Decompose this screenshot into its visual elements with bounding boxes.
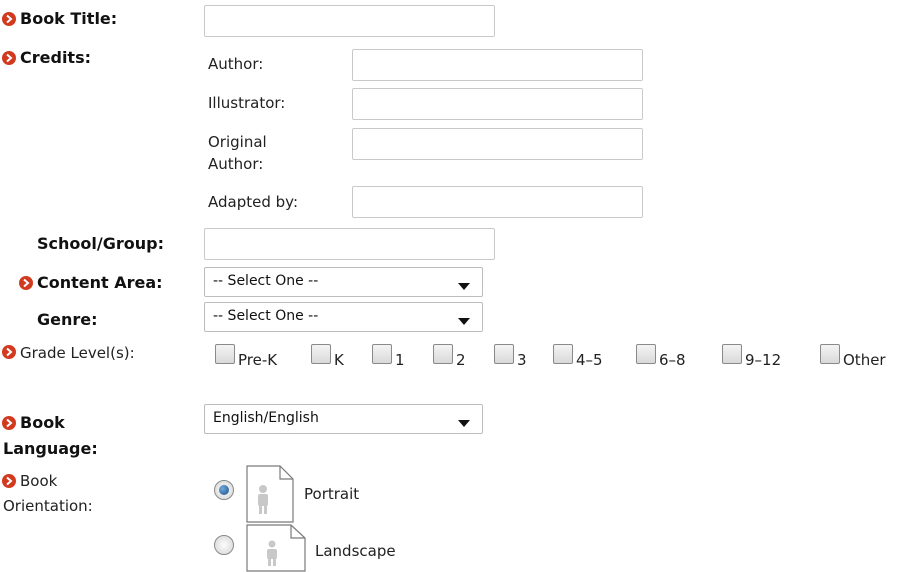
book-orientation-label-line1: Book — [20, 472, 58, 490]
author-input[interactable] — [352, 49, 643, 81]
required-arrow-icon — [2, 345, 16, 359]
book-orientation-label-line2: Orientation: — [3, 497, 93, 515]
grade-option-label: 1 — [395, 351, 405, 369]
grade-option-label: 9–12 — [745, 351, 782, 369]
grade-option-label: K — [334, 351, 344, 369]
author-label: Author: — [208, 55, 264, 73]
chevron-down-icon — [458, 420, 470, 427]
grade-checkbox-k[interactable] — [311, 344, 331, 364]
grade-option-label: 2 — [456, 351, 466, 369]
orientation-radio-portrait[interactable] — [214, 480, 234, 500]
original-author-label-line2: Author: — [208, 155, 264, 173]
orientation-option-label: Landscape — [315, 542, 396, 560]
genre-label: Genre: — [37, 310, 98, 329]
grade-option-label: 4–5 — [576, 351, 603, 369]
grade-checkbox-9-12[interactable] — [722, 344, 742, 364]
book-language-selected-value: English/English — [213, 410, 319, 426]
book-title-input[interactable] — [204, 5, 495, 37]
adapted-by-label: Adapted by: — [208, 193, 298, 211]
adapted-by-input[interactable] — [352, 186, 643, 218]
orientation-radio-landscape[interactable] — [214, 535, 234, 555]
school-group-input[interactable] — [204, 228, 495, 260]
book-language-label-line2: Language: — [3, 439, 98, 458]
grade-option-label: 3 — [517, 351, 527, 369]
grade-checkbox-1[interactable] — [372, 344, 392, 364]
illustrator-input[interactable] — [352, 88, 643, 120]
original-author-label-line1: Original — [208, 133, 267, 151]
illustrator-label: Illustrator: — [208, 94, 286, 112]
required-arrow-icon — [19, 276, 33, 290]
grade-levels-label: Grade Level(s): — [20, 344, 135, 362]
grade-checkbox-2[interactable] — [433, 344, 453, 364]
portrait-page-icon — [246, 465, 294, 523]
book-title-label: Book Title: — [20, 9, 118, 28]
chevron-down-icon — [458, 318, 470, 325]
grade-checkbox-other[interactable] — [820, 344, 840, 364]
book-language-select[interactable]: English/English — [204, 404, 483, 434]
grade-option-label: Other — [843, 351, 886, 369]
book-language-label-line1: Book — [20, 413, 65, 432]
chevron-down-icon — [458, 283, 470, 290]
grade-checkbox-6-8[interactable] — [636, 344, 656, 364]
school-group-label: School/Group: — [37, 234, 164, 253]
original-author-input[interactable] — [352, 128, 643, 160]
genre-selected-value: -- Select One -- — [213, 308, 319, 324]
content-area-selected-value: -- Select One -- — [213, 273, 319, 289]
grade-option-label: 6–8 — [659, 351, 686, 369]
content-area-select[interactable]: -- Select One -- — [204, 267, 483, 297]
orientation-option-label: Portrait — [304, 485, 360, 503]
grade-checkbox-3[interactable] — [494, 344, 514, 364]
credits-label: Credits: — [20, 48, 91, 67]
grade-option-label: Pre-K — [238, 351, 278, 369]
grade-checkbox-pre-k[interactable] — [215, 344, 235, 364]
required-arrow-icon — [2, 51, 16, 65]
genre-select[interactable]: -- Select One -- — [204, 302, 483, 332]
required-arrow-icon — [2, 474, 16, 488]
grade-checkbox-4-5[interactable] — [553, 344, 573, 364]
required-arrow-icon — [2, 12, 16, 26]
content-area-label: Content Area: — [37, 273, 163, 292]
landscape-page-icon — [246, 524, 306, 572]
required-arrow-icon — [2, 416, 16, 430]
